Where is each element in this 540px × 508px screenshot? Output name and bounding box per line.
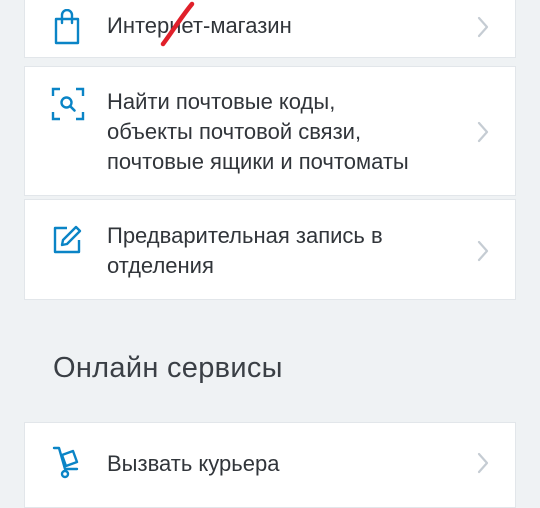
chevron-right-icon (475, 120, 491, 144)
shopping-bag-icon (51, 8, 83, 45)
list-item-label: Вызвать курьера (107, 451, 280, 476)
chevron-right-icon (475, 451, 491, 475)
courier-cart-icon (51, 445, 83, 479)
chevron-right-icon (475, 239, 491, 263)
chevron-right-icon (475, 15, 491, 39)
list-item-appointment[interactable]: Предварительная запись в отделения (24, 199, 516, 300)
list-item-label: Интернет-магазин (107, 13, 292, 38)
list-item-find-postal-codes[interactable]: Найти почтовые коды, объекты почтовой св… (24, 66, 516, 196)
list-item-label: Предварительная запись в отделения (107, 223, 383, 278)
list-item-call-courier[interactable]: Вызвать курьера (24, 422, 516, 508)
list-item-internet-shop[interactable]: Интернет-магазин (24, 0, 516, 58)
edit-pencil-icon (51, 224, 83, 256)
search-scan-icon (51, 87, 85, 121)
list-item-label: Найти почтовые коды, объекты почтовой св… (107, 89, 409, 174)
section-title-online-services: Онлайн сервисы (53, 352, 283, 384)
